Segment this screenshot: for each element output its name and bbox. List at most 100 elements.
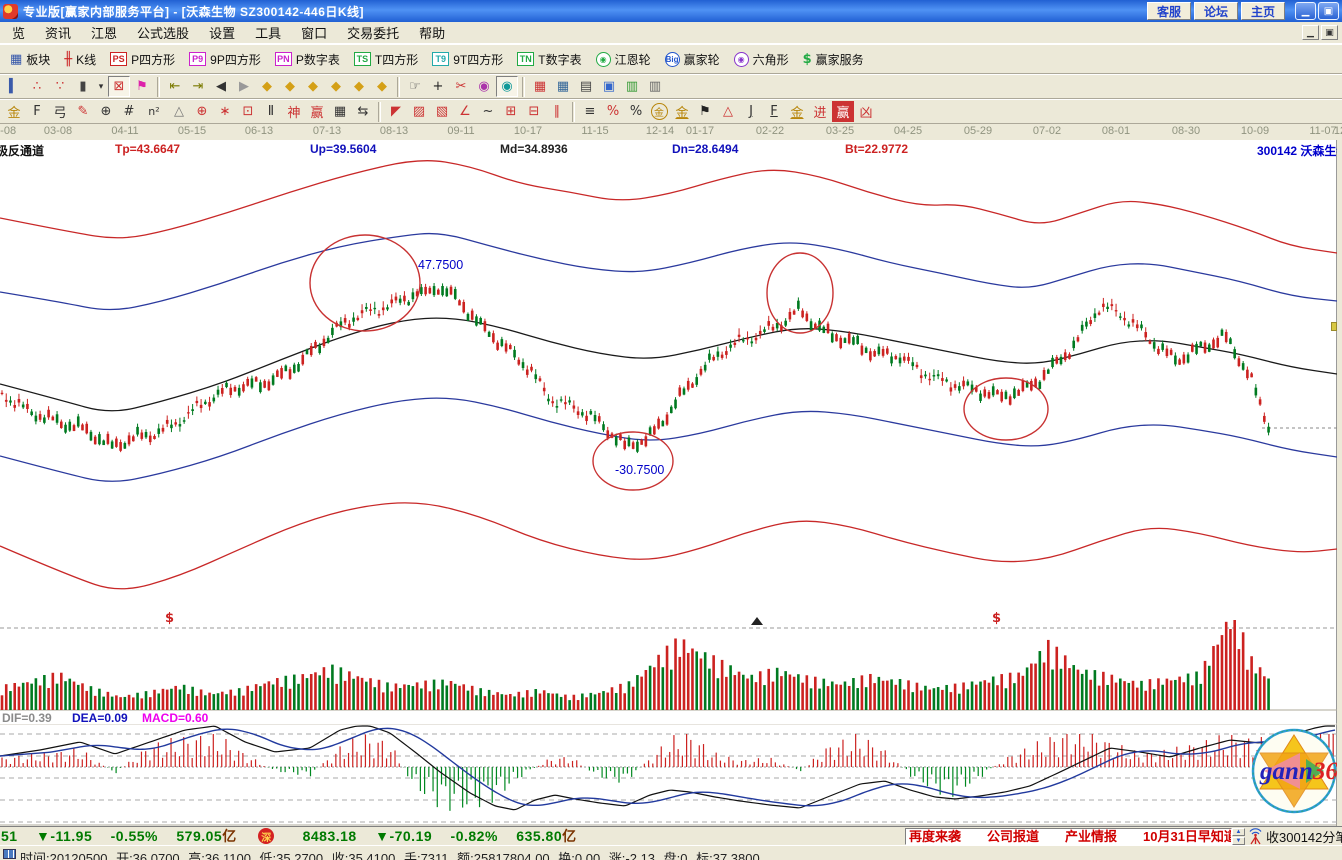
tool2-button-17[interactable]: ◤ bbox=[385, 101, 407, 122]
tool1-button-2[interactable]: ∵ bbox=[49, 76, 71, 97]
tool1-button-20[interactable]: + bbox=[427, 76, 449, 97]
menu-item-2[interactable]: 江恩 bbox=[81, 21, 127, 44]
tool1-button-28[interactable]: ▣ bbox=[598, 76, 620, 97]
menu-item-7[interactable]: 交易委托 bbox=[337, 21, 409, 44]
tool1-button-14[interactable]: ◆ bbox=[302, 76, 324, 97]
product-button-9[interactable]: Big赢家轮 bbox=[658, 49, 727, 70]
product-button-2[interactable]: PSP四方形 bbox=[103, 49, 182, 70]
tool2-button-10[interactable]: ⊡ bbox=[237, 101, 259, 122]
tool1-button-9[interactable]: ⇥ bbox=[187, 76, 209, 97]
tool2-button-4[interactable]: ⊕ bbox=[95, 101, 117, 122]
spinner-down-button[interactable]: ▼ bbox=[1232, 837, 1245, 845]
tool2-button-6[interactable]: n² bbox=[141, 101, 167, 122]
detail-bar: 时间:20120500 开:36.0700 高:36.1100 低:35.270… bbox=[0, 845, 1342, 860]
tool1-button-0[interactable]: ▍ bbox=[3, 76, 25, 97]
product-button-1[interactable]: ╫K线 bbox=[57, 49, 103, 70]
mdi-minimize-button[interactable]: ▁ bbox=[1302, 25, 1319, 40]
tool1-button-1[interactable]: ∴ bbox=[26, 76, 48, 97]
tool1-button-3[interactable]: ▮ bbox=[72, 76, 94, 97]
tool2-button-34[interactable]: F bbox=[763, 101, 785, 122]
tool1-button-19[interactable]: ☞ bbox=[404, 76, 426, 97]
tool1-button-30[interactable]: ▥ bbox=[644, 76, 666, 97]
tool2-button-0[interactable]: 金 bbox=[3, 101, 25, 122]
tool2-button-18[interactable]: ▨ bbox=[408, 101, 430, 122]
tool2-button-23[interactable]: ⊟ bbox=[523, 101, 545, 122]
tool2-button-15[interactable]: ⇆ bbox=[352, 101, 374, 122]
product-button-7[interactable]: TNT数字表 bbox=[510, 49, 588, 70]
menu-item-3[interactable]: 公式选股 bbox=[127, 21, 199, 44]
tool2-button-27[interactable]: % bbox=[602, 101, 624, 122]
tool1-button-12[interactable]: ◆ bbox=[256, 76, 278, 97]
tool1-button-11[interactable]: ▶ bbox=[233, 76, 255, 97]
scroll-marker[interactable] bbox=[1331, 322, 1337, 331]
tool1-button-13[interactable]: ◆ bbox=[279, 76, 301, 97]
tool2-button-29[interactable]: 金 bbox=[648, 101, 670, 122]
product-button-8[interactable]: ◉江恩轮 bbox=[589, 49, 658, 70]
tool2-button-7[interactable]: △ bbox=[168, 101, 190, 122]
tool1-button-23[interactable]: ◉ bbox=[496, 76, 518, 97]
tool1-button-22[interactable]: ◉ bbox=[473, 76, 495, 97]
product-button-11[interactable]: $赢家服务 bbox=[796, 49, 871, 70]
menu-item-5[interactable]: 工具 bbox=[245, 21, 291, 44]
tool2-button-8[interactable]: ⊕ bbox=[191, 101, 213, 122]
tool2-button-24[interactable]: ∥ bbox=[546, 101, 568, 122]
tool2-button-38[interactable]: 凶 bbox=[855, 101, 877, 122]
tool2-button-13[interactable]: 赢 bbox=[306, 101, 328, 122]
tool2-button-35[interactable]: 金 bbox=[786, 101, 808, 122]
tool1-button-5[interactable]: ⊠ bbox=[108, 76, 130, 97]
product-button-4[interactable]: PNP数字表 bbox=[268, 49, 347, 70]
menu-item-6[interactable]: 窗口 bbox=[291, 21, 337, 44]
tool1-button-16[interactable]: ◆ bbox=[348, 76, 370, 97]
tool1-button-25[interactable]: ▦ bbox=[529, 76, 551, 97]
date-tick-15: 05-29 bbox=[964, 125, 992, 137]
news-ticker[interactable]: 再度来袭 公司报道 产业情报 10月31日早知道 国家海洋局发文 海岛整治修复蕴… bbox=[905, 828, 1232, 845]
minimize-button[interactable]: ▁ bbox=[1295, 2, 1316, 20]
tool1-button-27[interactable]: ▤ bbox=[575, 76, 597, 97]
menu-item-8[interactable]: 帮助 bbox=[409, 21, 455, 44]
tool2-button-5[interactable]: # bbox=[118, 101, 140, 122]
tool1-button-26[interactable]: ▦ bbox=[552, 76, 574, 97]
tool2-button-28[interactable]: % bbox=[625, 101, 647, 122]
menu-item-4[interactable]: 设置 bbox=[199, 21, 245, 44]
tool2-button-19[interactable]: ▧ bbox=[431, 101, 453, 122]
tool1-button-8[interactable]: ⇤ bbox=[164, 76, 186, 97]
tool2-button-12[interactable]: 神 bbox=[283, 101, 305, 122]
tool2-button-30[interactable]: 金 bbox=[671, 101, 693, 122]
tool1-button-29[interactable]: ▥ bbox=[621, 76, 643, 97]
tool1-button-6[interactable]: ⚑ bbox=[131, 76, 153, 97]
quicklink-2[interactable]: 主页 bbox=[1241, 2, 1285, 20]
product-button-10[interactable]: ◉六角形 bbox=[727, 49, 796, 70]
tool2-button-14[interactable]: ▦ bbox=[329, 101, 351, 122]
tool2-button-36[interactable]: 进 bbox=[809, 101, 831, 122]
product-button-0[interactable]: ▦板块 bbox=[3, 49, 57, 70]
product-button-5[interactable]: TST四方形 bbox=[347, 49, 425, 70]
tool2-button-33[interactable]: J bbox=[740, 101, 762, 122]
main-chart[interactable]: $$ 极反通道Tp=43.6647Up=39.5604Md=34.8936Dn=… bbox=[0, 140, 1337, 826]
tool2-button-3[interactable]: ✎ bbox=[72, 101, 94, 122]
tool2-button-21[interactable]: ~ bbox=[477, 101, 499, 122]
tool1-button-15[interactable]: ◆ bbox=[325, 76, 347, 97]
product-button-6[interactable]: T99T四方形 bbox=[425, 49, 510, 70]
tool2-button-22[interactable]: ⊞ bbox=[500, 101, 522, 122]
tool2-button-31[interactable]: ⚑ bbox=[694, 101, 716, 122]
tool2-button-1[interactable]: F bbox=[26, 101, 48, 122]
product-button-3[interactable]: P99P四方形 bbox=[182, 49, 268, 70]
menu-item-0[interactable]: 览 bbox=[2, 21, 35, 44]
tool1-button-4[interactable]: ▾ bbox=[95, 76, 107, 97]
mdi-restore-button[interactable]: ▣ bbox=[1321, 25, 1338, 40]
tool2-button-37[interactable]: 赢 bbox=[832, 101, 854, 122]
tool2-button-20[interactable]: ∠ bbox=[454, 101, 476, 122]
quicklink-0[interactable]: 客服 bbox=[1147, 2, 1191, 20]
quicklink-1[interactable]: 论坛 bbox=[1194, 2, 1238, 20]
restore-button[interactable]: ▣ bbox=[1318, 2, 1339, 20]
tool2-button-11[interactable]: Ⅱ bbox=[260, 101, 282, 122]
tool1-button-21[interactable]: ✂ bbox=[450, 76, 472, 97]
tool2-button-9[interactable]: ∗ bbox=[214, 101, 236, 122]
tool1-button-17[interactable]: ◆ bbox=[371, 76, 393, 97]
tool2-button-2[interactable]: 弓 bbox=[49, 101, 71, 122]
spinner-up-button[interactable]: ▲ bbox=[1232, 828, 1245, 836]
tool1-button-10[interactable]: ◀ bbox=[210, 76, 232, 97]
menu-item-1[interactable]: 资讯 bbox=[35, 21, 81, 44]
tool2-button-32[interactable]: △ bbox=[717, 101, 739, 122]
tool2-button-26[interactable]: ≡ bbox=[579, 101, 601, 122]
